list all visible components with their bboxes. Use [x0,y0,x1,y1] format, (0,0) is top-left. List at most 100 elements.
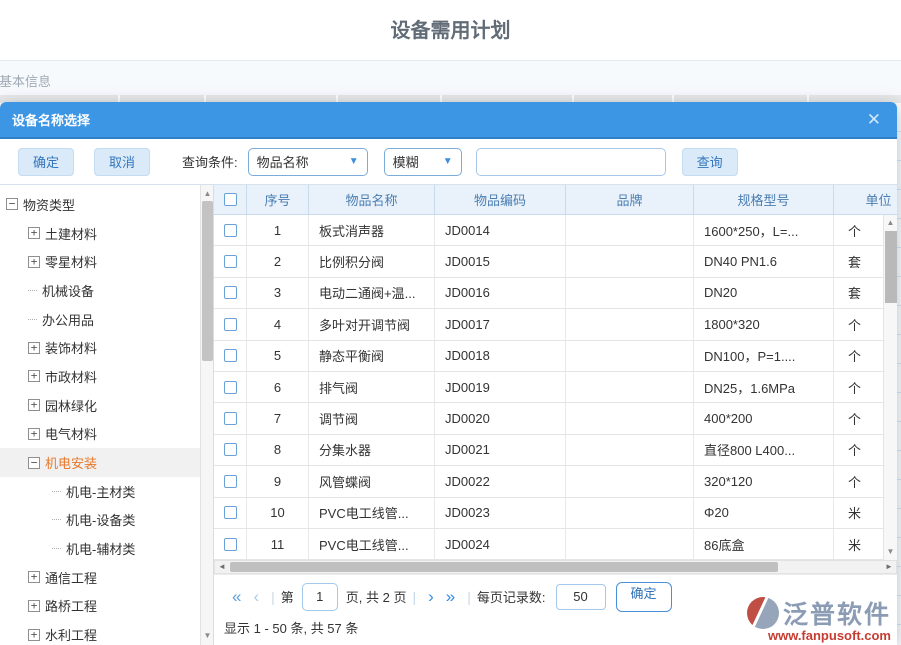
scroll-down-icon[interactable]: ▼ [884,545,897,559]
scrollbar-thumb[interactable] [202,201,213,361]
tree-node[interactable]: 机电-主材类 [0,477,213,506]
last-page-button[interactable]: » [440,587,461,607]
table-row[interactable]: 7 调节阀 JD0020 400*200 个 [214,403,897,434]
table-horizontal-scrollbar[interactable]: ◄ ► [214,560,897,574]
next-page-button[interactable]: › [422,587,440,607]
tree-node[interactable]: +土建材料 [0,219,213,248]
expand-icon[interactable]: + [28,227,40,239]
dialog-titlebar: 设备名称选择 ✕ [0,102,897,139]
expand-icon[interactable]: + [28,600,40,612]
separator: | [271,589,275,605]
row-checkbox[interactable] [224,286,237,299]
table-row[interactable]: 2 比例积分阀 JD0015 DN40 PN1.6 套 [214,246,897,277]
tree-node[interactable]: 机电-设备类 [0,506,213,535]
page-confirm-button[interactable]: 确定 [616,582,672,612]
confirm-button[interactable]: 确定 [18,148,74,176]
tree-node[interactable]: +装饰材料 [0,333,213,362]
row-checkbox[interactable] [224,255,237,268]
items-table-area: 序号 物品名称 物品编码 品牌 规格型号 单位 1 板式消声器 JD0014 1… [214,185,897,645]
leaf-connector [52,548,61,549]
tree-node-selected[interactable]: −机电安装 [0,448,200,477]
tree-node[interactable]: +园林绿化 [0,391,213,420]
table-row[interactable]: 3 电动二通阀+温... JD0016 DN20 套 [214,278,897,309]
row-checkbox[interactable] [224,381,237,394]
page-label: 第 [281,587,294,606]
dialog-title: 设备名称选择 [12,110,863,129]
tree-scrollbar[interactable]: ▲ ▼ [200,185,213,645]
table-row[interactable]: 5 静态平衡阀 JD0018 DN100，P=1.... 个 [214,341,897,372]
tree-node[interactable]: +零星材料 [0,247,213,276]
close-icon[interactable]: ✕ [863,110,885,130]
field-select-value: 物品名称 [257,152,309,171]
table-row[interactable]: 8 分集水器 JD0021 直径800 L400... 个 [214,435,897,466]
query-condition-label: 查询条件: [182,152,238,171]
per-page-input[interactable] [556,584,606,610]
col-header-index: 序号 [247,185,309,215]
screen: 设备需用计划 基本信息 设备名称选择 ✕ 确定 取消 查询条件: 物品名称 ▼ … [0,0,901,645]
material-type-tree: −物资类型 +土建材料 +零星材料 机械设备 办公用品 +装饰材料 +市政材料 … [0,185,214,645]
tree-node[interactable]: +电气材料 [0,420,213,449]
table-row[interactable]: 4 多叶对开调节阀 JD0017 1800*320 个 [214,309,897,340]
dialog-toolbar: 确定 取消 查询条件: 物品名称 ▼ 模糊 ▼ 查询 [0,139,897,185]
table-row[interactable]: 6 排气阀 JD0019 DN25，1.6MPa 个 [214,372,897,403]
row-checkbox[interactable] [224,412,237,425]
table-row[interactable]: 1 板式消声器 JD0014 1600*250，L=... 个 [214,215,897,246]
scroll-down-icon[interactable]: ▼ [201,629,214,643]
expand-icon[interactable]: + [28,629,40,641]
tree-node[interactable]: +市政材料 [0,362,213,391]
match-mode-select[interactable]: 模糊 ▼ [384,148,462,176]
cancel-button[interactable]: 取消 [94,148,150,176]
scrollbar-thumb[interactable] [230,562,778,572]
table-vertical-scrollbar[interactable]: ▲ ▼ [883,215,897,560]
expand-icon[interactable]: + [28,571,40,583]
tree-node[interactable]: +路桥工程 [0,592,213,621]
scroll-right-icon[interactable]: ► [882,561,896,573]
tree-node[interactable]: +通信工程 [0,563,213,592]
expand-icon[interactable]: + [28,370,40,382]
tree-node[interactable]: +水利工程 [0,620,213,645]
tree-node[interactable]: 办公用品 [0,305,213,334]
vendor-name: 泛普软件 [783,595,891,631]
search-input[interactable] [476,148,666,176]
fanpu-logo-icon [747,597,779,629]
scroll-left-icon[interactable]: ◄ [215,561,229,573]
collapse-icon[interactable]: − [28,457,40,469]
items-grid: 序号 物品名称 物品编码 品牌 规格型号 单位 1 板式消声器 JD0014 1… [214,185,897,560]
tree-node[interactable]: 机电-辅材类 [0,534,213,563]
field-select[interactable]: 物品名称 ▼ [248,148,368,176]
tree-node-root[interactable]: −物资类型 [0,190,213,219]
page-title: 设备需用计划 [0,14,901,43]
vendor-url: www.fanpusoft.com [747,628,891,643]
collapse-icon[interactable]: − [6,198,18,210]
leaf-connector [28,290,37,291]
page-number-input[interactable] [302,583,338,611]
row-checkbox[interactable] [224,224,237,237]
row-checkbox[interactable] [224,318,237,331]
expand-icon[interactable]: + [28,342,40,354]
basic-info-label: 基本信息 [0,71,51,90]
first-page-button[interactable]: « [226,587,247,607]
expand-icon[interactable]: + [28,428,40,440]
scroll-up-icon[interactable]: ▲ [884,216,897,230]
tree-node[interactable]: 机械设备 [0,276,213,305]
table-row[interactable]: 9 风管蝶阀 JD0022 320*120 个 [214,466,897,497]
prev-page-button[interactable]: ‹ [247,587,265,607]
vendor-logo: 泛普软件 www.fanpusoft.com [747,595,891,643]
scroll-up-icon[interactable]: ▲ [201,187,214,201]
match-mode-value: 模糊 [393,152,419,171]
row-checkbox[interactable] [224,538,237,551]
row-checkbox[interactable] [224,506,237,519]
table-row[interactable]: 11 PVC电工线管... JD0024 86底盒 米 [214,529,897,560]
equipment-select-dialog: 设备名称选择 ✕ 确定 取消 查询条件: 物品名称 ▼ 模糊 ▼ 查询 −物资类… [0,102,897,645]
query-button[interactable]: 查询 [682,148,738,176]
row-checkbox[interactable] [224,475,237,488]
row-checkbox[interactable] [224,443,237,456]
table-row[interactable]: 10 PVC电工线管... JD0023 Φ20 米 [214,498,897,529]
row-checkbox[interactable] [224,349,237,362]
col-header-code: 物品编码 [435,185,566,215]
dialog-body: −物资类型 +土建材料 +零星材料 机械设备 办公用品 +装饰材料 +市政材料 … [0,185,897,645]
expand-icon[interactable]: + [28,399,40,411]
select-all-checkbox[interactable] [224,193,237,206]
expand-icon[interactable]: + [28,256,40,268]
scrollbar-thumb[interactable] [885,231,897,303]
